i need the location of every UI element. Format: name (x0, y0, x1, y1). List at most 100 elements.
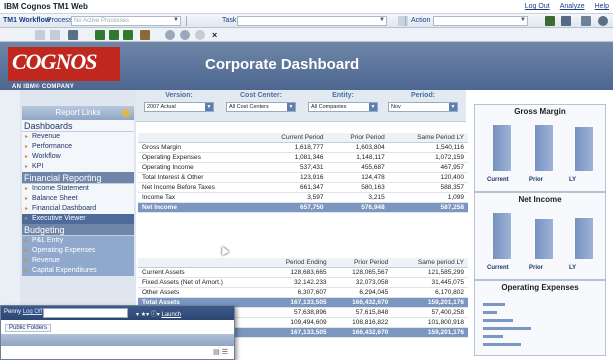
chart-title: Gross Margin (514, 107, 566, 116)
nav-item-operating-expenses[interactable]: Operating Expenses (22, 246, 134, 256)
divider (186, 16, 187, 26)
nav-item-financial-dashboard[interactable]: Financial Dashboard (22, 204, 134, 214)
param-label: Cost Center: (239, 92, 282, 99)
nav-item-executive-viewer[interactable]: Executive Viewer (22, 214, 134, 224)
row-label: Current Assets (138, 267, 263, 278)
chart-x-label: LY (569, 265, 577, 271)
column-header: Prior Period (330, 258, 393, 268)
opex-bar (483, 343, 521, 346)
menu-icon[interactable]: ▾ (136, 312, 139, 318)
public-folders-tab[interactable]: Public Folders (5, 324, 52, 332)
nav-item-performance[interactable]: Performance (22, 142, 134, 152)
save-icon[interactable] (545, 16, 555, 26)
task-select[interactable]: ▼ (237, 16, 387, 26)
table-row: Other Assets 6,307,607 6,294,045 6,170,802 (138, 287, 468, 298)
net-income-chart: Net Income Current Prior LY (474, 192, 606, 280)
row-label: Net Income (138, 202, 255, 213)
nav-item-balance-sheet[interactable]: Balance Sheet (22, 194, 134, 204)
process-select[interactable]: No Active Processes ▼ (71, 16, 181, 26)
popup-logoff-link[interactable]: Log Off (23, 309, 43, 315)
table-cell: 57,400,258 (392, 307, 468, 318)
window-icon[interactable] (581, 16, 591, 26)
action-select[interactable]: ▼ (433, 16, 528, 26)
nav-item-income-statement[interactable]: Income Statement (22, 184, 134, 194)
chevron-down-icon: ▼ (449, 103, 457, 111)
chart-icon[interactable] (140, 30, 150, 40)
popup-user: Penny Log Off (4, 309, 42, 315)
column-header: Same period LY (392, 258, 468, 268)
excel-snapshot-icon[interactable] (109, 30, 119, 40)
zoom-in-icon[interactable] (165, 30, 175, 40)
launch-link[interactable]: Launch (161, 312, 181, 318)
filter-icon[interactable] (68, 30, 78, 40)
nav-item-capital-expenditures[interactable]: Capital Expenditures (22, 266, 134, 276)
period-value: Nov (391, 104, 401, 110)
nav-item-kpi[interactable]: KPI (22, 162, 134, 172)
chart-bar (575, 218, 593, 259)
table-cell: 3,215 (327, 192, 389, 203)
close-icon[interactable]: × (212, 30, 222, 40)
excel-icon[interactable] (95, 30, 105, 40)
column-header (138, 133, 255, 143)
entity-select[interactable]: All Companies ▼ (308, 102, 378, 112)
settings-icon[interactable] (122, 109, 130, 117)
chart-title: Operating Expenses (501, 283, 579, 292)
logout-link[interactable]: Log Out (525, 3, 550, 10)
task-label: Task (222, 17, 237, 24)
cost-center-select[interactable]: All Cost Centers ▼ (226, 102, 296, 112)
table-cell: 121,585,299 (392, 267, 468, 278)
logo-text: COGNOS (12, 49, 97, 74)
table-cell: 167,133,505 (262, 297, 331, 308)
table-row: Income Tax 3,597 3,215 1,099 (138, 192, 468, 203)
chevron-down-icon: ▼ (369, 103, 377, 111)
list-view-icon[interactable]: ☰ (222, 349, 228, 356)
divider (405, 16, 406, 26)
cost-center-value: All Cost Centers (229, 104, 269, 110)
report-links-header: Report Links (22, 106, 134, 120)
param-version: Version: 2007 Actual ▼ (144, 92, 214, 112)
mouse-cursor (218, 244, 230, 256)
column-header (138, 258, 263, 268)
nav-item-budget-revenue[interactable]: Revenue (22, 256, 134, 266)
nav-item-revenue[interactable]: Revenue (22, 132, 134, 142)
grid-icon[interactable] (561, 16, 571, 26)
row-label: Income Tax (138, 192, 255, 203)
chart-x-label: Prior (529, 265, 544, 271)
popup-search-input[interactable] (43, 308, 128, 318)
table-row: Current Assets 128,683,665 128,065,567 121,… (138, 267, 468, 278)
nav-item-workflow[interactable]: Workflow (22, 152, 134, 162)
table-cell: 3,597 (254, 192, 328, 203)
period-select[interactable]: Nov ▼ (388, 102, 458, 112)
info-icon[interactable]: ⓘ▾ (151, 312, 160, 318)
app-title: IBM Cognos TM1 Web (4, 2, 88, 11)
refresh-icon[interactable] (598, 16, 608, 26)
table-cell: 124,478 (327, 172, 389, 183)
analyze-link[interactable]: Analyze (560, 3, 585, 10)
table-cell: 537,431 (254, 162, 328, 173)
zoom-reset-icon[interactable] (195, 30, 205, 40)
table-cell: 661,347 (254, 182, 328, 193)
table-row: Operating Income 537,431 455,687 467,957 (138, 162, 468, 173)
nav-section-financial-reporting: Financial Reporting (22, 172, 134, 184)
version-select[interactable]: 2007 Actual ▼ (144, 102, 214, 112)
table-cell: 1,603,804 (327, 142, 389, 153)
workflow-tool-icon[interactable] (398, 16, 408, 26)
title-bar: IBM Cognos TM1 Web Log Out Analyze Help (0, 0, 613, 14)
dashboard-title: Corporate Dashboard (205, 56, 360, 73)
popup-tools: ▾ ★▾ ⓘ▾ Launch (136, 309, 181, 318)
nav-section-budgeting: Budgeting (22, 224, 134, 236)
excel-export-icon[interactable] (123, 30, 133, 40)
opex-bar (483, 311, 497, 314)
chart-bar (535, 219, 553, 259)
nav-item-pl-entry[interactable]: P&L Entry (22, 236, 134, 246)
details-view-icon[interactable]: ▤ (213, 349, 220, 356)
nav-section-dashboards: Dashboards (22, 120, 134, 132)
help-link[interactable]: Help (595, 3, 609, 10)
print-icon[interactable] (50, 30, 60, 40)
star-icon[interactable]: ★▾ (141, 312, 149, 318)
save-icon[interactable] (35, 30, 45, 40)
zoom-out-icon[interactable] (180, 30, 190, 40)
row-label: Gross Margin (138, 142, 255, 153)
table-cell: 128,065,567 (330, 267, 393, 278)
popup-toolbar: Penny Log Off ▾ ★▾ ⓘ▾ Launch (1, 306, 234, 320)
